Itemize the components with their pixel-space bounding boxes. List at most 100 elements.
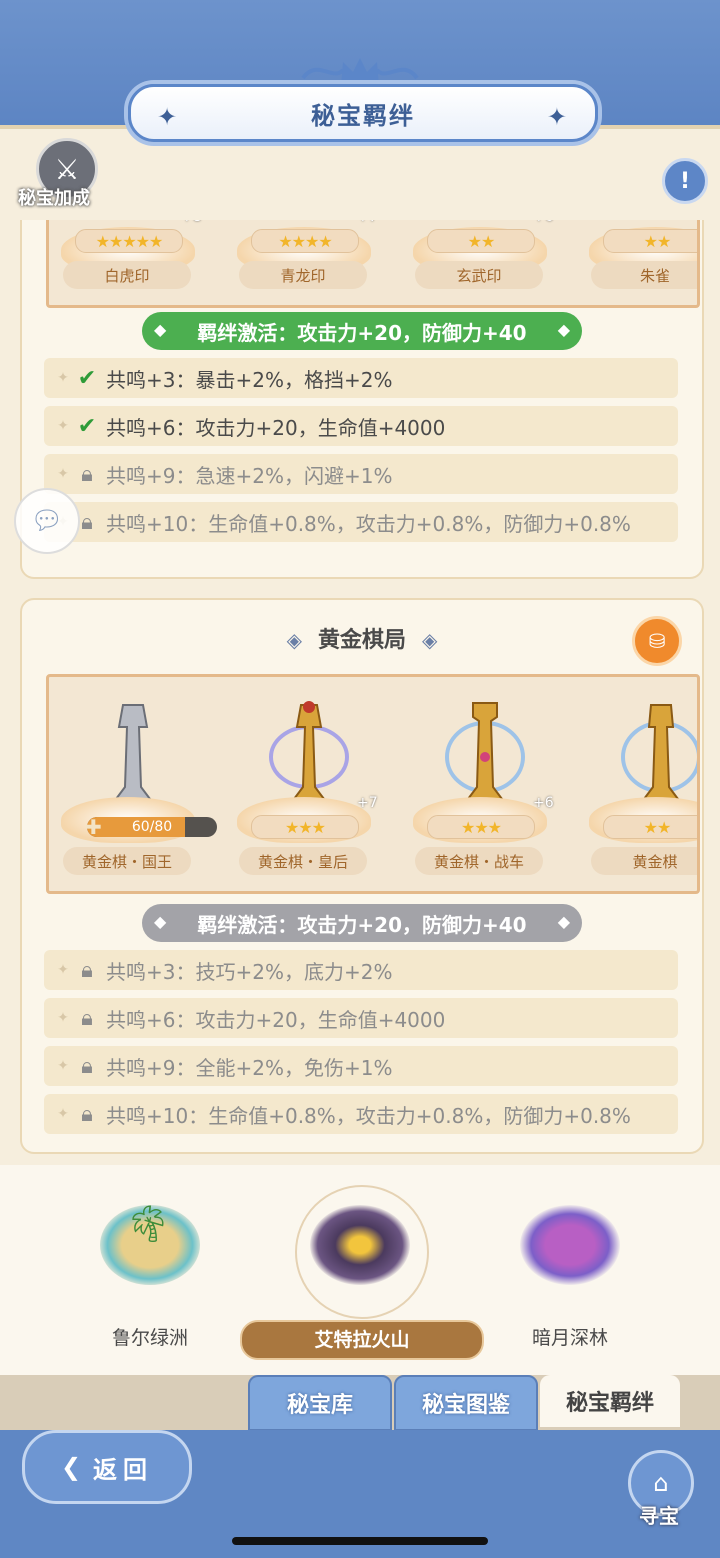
star-rating: ★★★★ xyxy=(251,229,359,253)
resonance-row: ✦ 🔒︎ 共鸣+10：生命值+0.8%，攻击力+0.8%，防御力+0.8% xyxy=(44,1094,678,1134)
region-label: 鲁尔绿洲 xyxy=(111,1327,188,1349)
resonance-text: 共鸣+3：暴击+2%，格挡+2% xyxy=(106,367,393,392)
lock-icon: 🔒︎ xyxy=(81,1101,93,1127)
diamond-icon: ◆ xyxy=(557,912,570,931)
info-icon: ! xyxy=(679,168,691,194)
bond-set-title: ◈ 黄金棋局 ◈ xyxy=(286,628,438,653)
page-title: 秘宝羁绊 xyxy=(311,101,415,130)
resonance-row: ✦ 🔒︎ 共鸣+10：生命值+0.8%，攻击力+0.8%，防御力+0.8% xyxy=(44,502,678,542)
treasure-hunt-button[interactable]: ⌂ 寻宝 xyxy=(624,1450,694,1550)
back-arrow-icon: ❮ xyxy=(60,1453,88,1481)
treasure-name: 黄金棋・国王 xyxy=(63,847,191,875)
treasure-name: 黄金棋・战车 xyxy=(415,847,543,875)
palm-tree-icon: 🌴︎ xyxy=(125,1204,171,1245)
resonance-text: 共鸣+3：技巧+2%，底力+2% xyxy=(106,959,393,984)
resonance-text: 共鸣+10：生命值+0.8%，攻击力+0.8%，防御力+0.8% xyxy=(106,1103,631,1128)
treasure-item[interactable]: ★★ 黄金棋 xyxy=(581,677,697,891)
resonance-row: ✦ 🔒︎ 共鸣+6：攻击力+20，生命值+4000 xyxy=(44,998,678,1038)
treasure-name: 白虎印 xyxy=(63,261,191,289)
lock-icon: 🔒︎ xyxy=(81,957,93,983)
sparkle-icon: ✦ xyxy=(57,370,69,386)
fragment-progress-bar: 60/80 xyxy=(87,817,217,837)
treasure-name: 朱雀 xyxy=(591,261,697,289)
back-label: 返回 xyxy=(93,1455,154,1484)
check-icon: ✔ xyxy=(77,413,97,439)
sparkle-icon: ✦ xyxy=(57,418,69,434)
bond-list-scroll[interactable]: ★★★★★ +8 白虎印 ★★★★ +7 青龙印 ★★ +6 玄武印 xyxy=(0,220,720,1165)
star-rating: ★★ xyxy=(603,229,697,253)
star-rating: ★★ xyxy=(603,815,697,839)
diamond-icon: ◆ xyxy=(154,912,167,931)
tab-treasure-codex[interactable]: 秘宝图鉴 xyxy=(394,1375,538,1431)
resonance-text: 共鸣+6：攻击力+20，生命值+4000 xyxy=(106,1007,446,1032)
sparkle-icon: ✦ xyxy=(57,1106,69,1122)
lock-icon: 🔒︎ xyxy=(81,1005,93,1031)
treasure-hunt-label: 寻宝 xyxy=(639,1504,679,1528)
resonance-row: ✦ 🔒︎ 共鸣+3：技巧+2%，底力+2% xyxy=(44,950,678,990)
progress-text: 60/80 xyxy=(131,819,173,835)
resonance-text: 共鸣+9：急速+2%，闪避+1% xyxy=(106,463,393,488)
treasure-bonus-button[interactable]: ⚔ 秘宝加成 xyxy=(18,138,114,218)
resonance-text: 共鸣+10：生命值+0.8%，攻击力+0.8%，防御力+0.8% xyxy=(106,511,631,536)
star-rating: ★★★★★ xyxy=(75,229,183,253)
sparkle-icon: ✦ xyxy=(57,1058,69,1074)
region-dark-forest[interactable]: 暗月深林 xyxy=(475,1165,665,1375)
resonance-row: ✦ ✔ 共鸣+3：暴击+2%，格挡+2% xyxy=(44,358,678,398)
region-volcano[interactable]: 艾特拉火山 xyxy=(240,1165,484,1375)
region-selector: 🌴︎ 鲁尔绿洲 艾特拉火山 暗月深林 xyxy=(0,1165,720,1375)
star-ornament-icon: ✦ xyxy=(546,103,569,131)
chat-icon[interactable]: 💬︎ xyxy=(14,488,80,554)
treasure-item[interactable]: ★★★★ +7 青龙印 xyxy=(229,220,379,305)
bond-activation-text: 羁绊激活：攻击力+20，防御力+40 xyxy=(197,912,527,937)
back-button[interactable]: ❮ 返回 xyxy=(22,1430,192,1504)
resonance-text: 共鸣+9：全能+2%，免伤+1% xyxy=(106,1055,393,1080)
check-icon: ✔ xyxy=(77,365,97,391)
treasure-item[interactable]: ★★★ +6 黄金棋・战车 xyxy=(405,677,555,891)
treasure-item[interactable]: ★★ 朱雀 xyxy=(581,220,697,305)
enhance-level: +8 xyxy=(181,220,202,225)
treasure-name: 黄金棋・皇后 xyxy=(239,847,367,875)
region-label: 艾特拉火山 xyxy=(240,1320,484,1360)
bond-activation-text: 羁绊激活：攻击力+20，防御力+40 xyxy=(197,320,527,345)
bond-card-golden-chess: ◈ 黄金棋局 ◈ ⛁ 60/80 ✚ 黄金棋・国王 ★★★ +7 黄金棋・皇后 … xyxy=(20,598,704,1154)
tab-treasure-vault[interactable]: 秘宝库 xyxy=(248,1375,392,1431)
title-banner: ✦ 秘宝羁绊 ✦ xyxy=(128,84,598,142)
treasure-item[interactable]: ★★★★★ +8 白虎印 xyxy=(53,220,203,305)
sparkle-icon: ✦ xyxy=(57,466,69,482)
puzzle-piece-icon: ✚ xyxy=(85,815,102,839)
treasure-item[interactable]: 60/80 ✚ 黄金棋・国王 xyxy=(53,677,217,891)
home-indicator xyxy=(232,1537,488,1545)
enhance-level: +6 xyxy=(533,795,554,811)
diamond-icon: ◆ xyxy=(557,320,570,339)
region-label: 暗月深林 xyxy=(531,1327,608,1349)
treasure-row: ★★★★★ +8 白虎印 ★★★★ +7 青龙印 ★★ +6 玄武印 xyxy=(46,220,700,308)
dark-forest-island-icon xyxy=(520,1205,620,1285)
star-rating: ★★★ xyxy=(427,815,535,839)
lock-icon: 🔒︎ xyxy=(81,1053,93,1079)
ornament-right-icon: ◈ xyxy=(422,628,438,652)
star-rating: ★★★ xyxy=(251,815,359,839)
lock-icon: 🔒︎ xyxy=(81,461,93,487)
treasure-chest-icon[interactable]: ⛁ xyxy=(632,616,682,666)
treasure-bonus-label: 秘宝加成 xyxy=(18,188,90,209)
diamond-icon: ◆ xyxy=(154,320,167,339)
volcano-island-icon xyxy=(310,1205,410,1285)
treasure-name: 青龙印 xyxy=(239,261,367,289)
star-rating: ★★ xyxy=(427,229,535,253)
treasure-name: 玄武印 xyxy=(415,261,543,289)
bond-activation-banner: ◆ 羁绊激活：攻击力+20，防御力+40 ◆ xyxy=(142,904,582,942)
enhance-level: +6 xyxy=(533,220,554,225)
tab-treasure-bonds[interactable]: 秘宝羁绊 xyxy=(540,1375,680,1427)
enhance-level: +7 xyxy=(357,795,378,811)
info-button[interactable]: ! xyxy=(662,158,708,204)
sparkle-icon: ✦ xyxy=(57,1010,69,1026)
treasure-item[interactable]: ★★ +6 玄武印 xyxy=(405,220,555,305)
star-ornament-icon: ✦ xyxy=(157,103,180,131)
sparkle-icon: ✦ xyxy=(57,962,69,978)
resonance-row: ✦ 🔒︎ 共鸣+9：急速+2%，闪避+1% xyxy=(44,454,678,494)
resonance-text: 共鸣+6：攻击力+20，生命值+4000 xyxy=(106,415,446,440)
treasure-item[interactable]: ★★★ +7 黄金棋・皇后 xyxy=(229,677,379,891)
enhance-level: +7 xyxy=(357,220,378,225)
region-oasis[interactable]: 🌴︎ 鲁尔绿洲 xyxy=(55,1165,245,1375)
bond-card-seals: ★★★★★ +8 白虎印 ★★★★ +7 青龙印 ★★ +6 玄武印 xyxy=(20,220,704,579)
